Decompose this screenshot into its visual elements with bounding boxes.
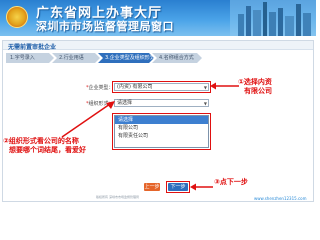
prev-button[interactable]: 上一步 [144,183,160,191]
window-title: 深圳市市场监督管理局窗口 [36,20,174,33]
annotation-1: ①选择内资 有限公司 [238,78,272,96]
annotation-3: ③点下一步 [214,178,248,186]
step-label: 3.企业类型及组织形式 [105,55,155,61]
section-title: 无需前置审批企业 [8,44,57,51]
step-1: 1.字号录入 [6,53,54,63]
footer-text: 版权所有 深圳市市场监督管理局 [96,195,139,199]
select-value: 请选择 [117,100,133,106]
step-progress: 1.字号录入 2.行业用语 3.企业类型及组织形式 4.名称组合方式 [6,53,202,63]
step-2: 2.行业用语 [52,53,100,63]
chevron-down-icon: ▼ [203,101,207,106]
arrow-left-icon [210,82,239,90]
annotation-text: ①选择内资 [238,78,272,86]
highlight-next-button [166,181,190,193]
header-banner: 广东省网上办事大厅 深圳市市场监督管理局窗口 [0,0,316,36]
label-text: 企业类型 [88,85,109,91]
arrow-up-right-icon [61,101,115,138]
step-label: 4.名称组合方式 [159,55,194,61]
annotation-2: ②组织形式看公司的名称 想要哪个词结尾，看爱好 [3,137,86,155]
highlight-dropdown [112,113,211,150]
arrow-left-icon [190,183,213,191]
city-skyline-icon [230,0,316,36]
step-label: 2.行业用语 [59,55,84,61]
section-bar: 无需前置审批企业 [3,41,313,51]
org-form-select[interactable]: 请选择 ▼ [114,99,209,107]
watermark: www.shenzhen12315.com [254,196,307,201]
national-emblem-icon [6,6,28,28]
annotation-text: ②组织形式看公司的名称 [3,137,79,145]
step-3: 3.企业类型及组织形式 [98,53,154,63]
annotation-text: 想要哪个词结尾，看爱好 [9,146,86,154]
highlight-company-type [112,81,211,93]
step-label: 1.字号录入 [10,55,35,61]
step-4: 4.名称组合方式 [152,53,202,63]
company-type-label: *企业类型： [86,85,114,91]
annotation-text: 有限公司 [244,87,272,95]
